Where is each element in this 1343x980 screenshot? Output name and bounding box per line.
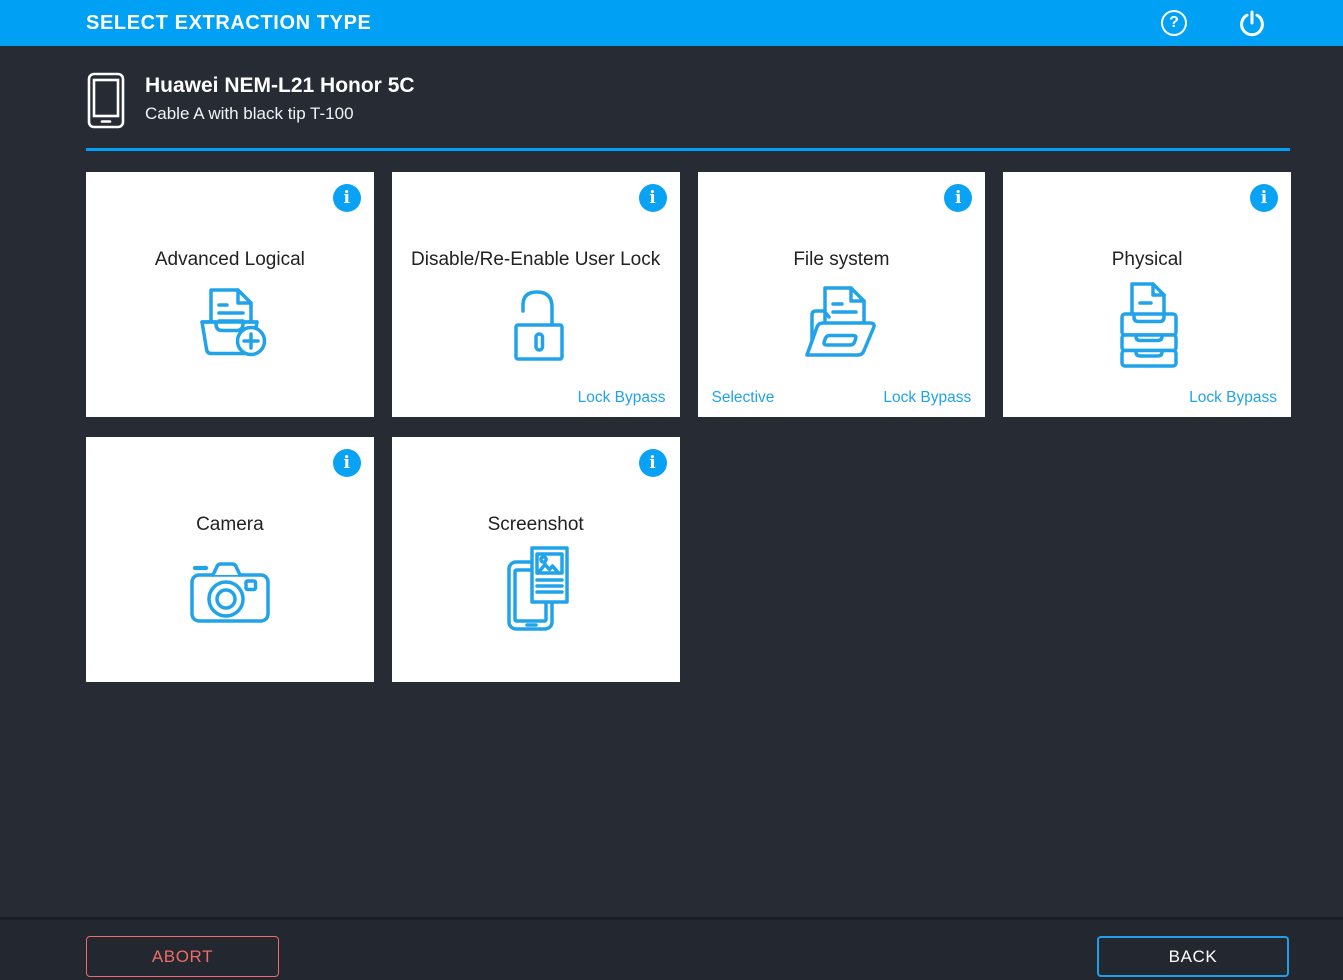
- info-icon[interactable]: i: [332, 449, 361, 477]
- help-icon[interactable]: ?: [1160, 9, 1188, 37]
- device-header: Huawei NEM-L21 Honor 5C Cable A with bla…: [87, 72, 415, 129]
- info-icon[interactable]: i: [944, 184, 973, 212]
- drawer-stack-icon: [1003, 272, 1291, 372]
- info-icon[interactable]: i: [638, 449, 667, 477]
- footer-bar: ABORT BACK: [0, 917, 1343, 980]
- card-title: File system: [793, 249, 890, 270]
- header-divider: [86, 148, 1290, 151]
- tray-plus-icon: [86, 272, 374, 372]
- card-title: Advanced Logical: [154, 249, 305, 270]
- card-camera[interactable]: i Camera: [86, 437, 374, 682]
- info-icon[interactable]: i: [638, 184, 667, 212]
- unlock-icon: [392, 272, 680, 372]
- card-title: Camera: [196, 514, 264, 535]
- smartphone-icon: [87, 72, 125, 129]
- lock-bypass-label: Lock Bypass: [1189, 389, 1277, 406]
- extraction-cards-grid: i Advanced Logical i Disable/Re-Enable U…: [86, 172, 1291, 682]
- card-advanced-logical[interactable]: i Advanced Logical: [86, 172, 374, 417]
- card-disable-user-lock[interactable]: i Disable/Re-Enable User Lock Lock Bypas…: [391, 172, 680, 417]
- power-icon[interactable]: [1238, 9, 1266, 37]
- device-cable-info: Cable A with black tip T-100: [145, 104, 354, 123]
- page-title: SELECT EXTRACTION TYPE: [86, 11, 372, 34]
- back-button[interactable]: BACK: [1097, 936, 1289, 977]
- info-icon[interactable]: i: [332, 184, 361, 212]
- phone-screenshot-icon: [392, 537, 680, 637]
- card-physical[interactable]: i Physical Lock Bypass: [1003, 172, 1291, 417]
- lock-bypass-label: Lock Bypass: [577, 389, 666, 406]
- title-bar: SELECT EXTRACTION TYPE ?: [0, 0, 1343, 46]
- lock-bypass-label: Lock Bypass: [883, 389, 972, 406]
- folder-document-icon: [698, 272, 986, 372]
- card-title: Physical: [1111, 249, 1183, 270]
- info-icon[interactable]: i: [1250, 184, 1278, 212]
- device-name: Huawei NEM-L21 Honor 5C: [145, 74, 415, 97]
- extraction-type-window: SELECT EXTRACTION TYPE ? Huawei NEM-L21 …: [0, 0, 1343, 980]
- card-title: Disable/Re-Enable User Lock: [411, 249, 661, 270]
- selective-label: Selective: [711, 389, 775, 406]
- camera-icon: [86, 537, 374, 637]
- card-screenshot[interactable]: i Screenshot: [391, 437, 680, 682]
- abort-button[interactable]: ABORT: [86, 936, 279, 977]
- card-title: Screenshot: [487, 514, 584, 535]
- card-file-system[interactable]: i File system Selective Lock Bypass: [697, 172, 986, 417]
